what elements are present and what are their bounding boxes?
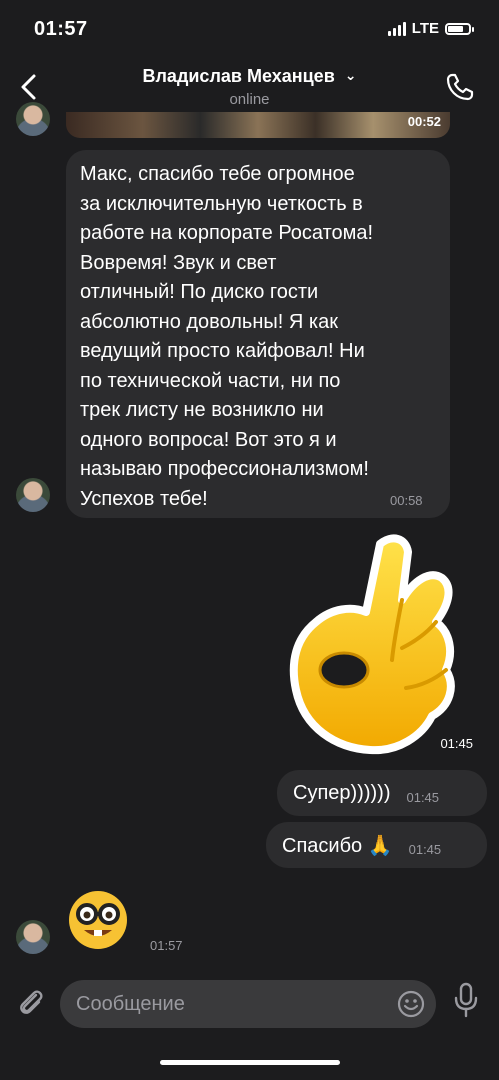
microphone-icon[interactable]: [451, 982, 481, 1018]
battery-icon: [445, 22, 474, 35]
avatar[interactable]: [16, 920, 50, 954]
avatar[interactable]: [16, 478, 50, 512]
nerd-face-emoji[interactable]: [66, 888, 130, 952]
message-input-placeholder: Сообщение: [76, 993, 185, 1015]
message-time: 01:57: [150, 938, 183, 953]
message-time: 00:58: [390, 493, 423, 508]
message-time: 01:45: [408, 841, 442, 857]
message-time: 01:45: [406, 789, 440, 805]
phone-icon[interactable]: [443, 70, 477, 104]
outgoing-message-bubble[interactable]: Спасибо 🙏 01:45: [266, 822, 487, 868]
media-message[interactable]: [66, 112, 450, 138]
chevron-down-icon: ⌄: [344, 67, 357, 83]
home-indicator[interactable]: [160, 1060, 340, 1065]
signal-icon: [387, 21, 406, 36]
contact-name: Владислав Механцев: [142, 66, 335, 86]
message-time: 01:45: [434, 734, 479, 753]
ok-hand-sticker[interactable]: [282, 530, 462, 760]
outgoing-message-text: Спасибо 🙏: [282, 834, 393, 857]
paperclip-icon[interactable]: [14, 986, 48, 1020]
contact-status: online: [229, 91, 270, 108]
smile-icon[interactable]: [396, 989, 426, 1019]
message-input[interactable]: Сообщение: [60, 980, 436, 1028]
contact-name-button[interactable]: Владислав Механцев ⌄: [0, 66, 499, 87]
avatar[interactable]: [16, 102, 50, 136]
status-indicators: LTE: [387, 20, 474, 37]
status-time: 01:57: [34, 18, 88, 40]
incoming-message-text: Макс, спасибо тебе огромное за исключите…: [80, 163, 374, 510]
outgoing-message-bubble[interactable]: Супер)))))) 01:45: [277, 770, 487, 816]
outgoing-message-text: Супер)))))): [293, 781, 391, 804]
network-label: LTE: [411, 20, 439, 37]
message-time: 00:52: [407, 114, 441, 129]
